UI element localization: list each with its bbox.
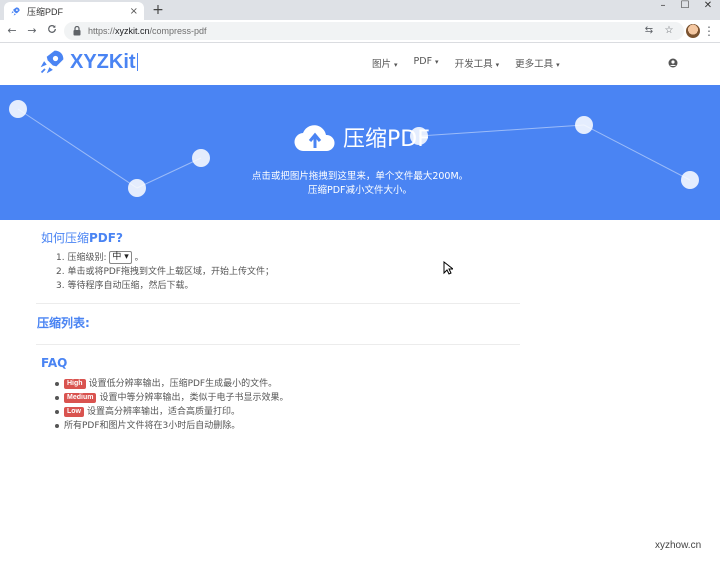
lock-icon (72, 26, 82, 36)
minimize-window-button[interactable]: – (652, 0, 674, 14)
howto-step-1: 1. 压缩级别: 中 ▾ 。 (56, 251, 274, 265)
main-nav: 图片 ▾ PDF ▾ 开发工具 ▾ 更多工具 ▾ (372, 56, 576, 70)
rocket-logo-icon (40, 50, 64, 74)
forward-button[interactable]: → (24, 23, 40, 39)
translate-icon[interactable]: ⇆ (642, 24, 656, 38)
url-text: https://xyzkit.cn/compress-pdf (88, 26, 636, 36)
chevron-down-icon: ▾ (394, 61, 398, 69)
reload-button[interactable] (44, 23, 60, 39)
divider (36, 303, 520, 304)
address-bar[interactable]: https://xyzkit.cn/compress-pdf ⇆ ☆ (64, 22, 684, 40)
site-header: XYZKit 图片 ▾ PDF ▾ 开发工具 ▾ 更多工具 ▾ (0, 44, 720, 85)
faq-item-text: 设置低分辨率输出，压缩PDF生成最小的文件。 (88, 379, 278, 389)
star-icon[interactable]: ☆ (662, 24, 676, 38)
cloud-upload-icon (294, 125, 335, 152)
howto-step-3: 3. 等待程序自动压缩，然后下载。 (56, 281, 194, 291)
tab-close-icon[interactable]: × (130, 6, 138, 17)
watermark: xyzhow.cn (655, 540, 702, 551)
howto-steps: 1. 压缩级别: 中 ▾ 。 2. 单击或将PDF拖拽到文件上载区域，开始上传文… (56, 251, 274, 293)
nav-item-images[interactable]: 图片 ▾ (372, 56, 398, 70)
site-logo[interactable]: XYZKit (38, 48, 138, 76)
step-1-text: 1. 压缩级别: (56, 253, 110, 263)
tab-title: 压缩PDF (27, 6, 64, 17)
logo-caret (136, 53, 138, 71)
howto-title: 如何压缩PDF? (41, 229, 123, 246)
browser-toolbar: ← → https://xyzkit.cn/compress-pdf ⇆ ☆ ⋮ (0, 20, 720, 43)
browser-menu-icon[interactable]: ⋮ (703, 23, 715, 39)
hero-title: 压缩PDF (343, 127, 430, 152)
compress-list-title: 压缩列表: (37, 316, 90, 330)
new-tab-button[interactable]: + (150, 2, 166, 18)
user-icon[interactable] (668, 58, 678, 68)
maximize-window-button[interactable]: ☐ (674, 0, 696, 14)
nav-label: 图片 (372, 59, 392, 70)
faq-item: Medium 设置中等分辨率输出，类似于电子书显示效果。 (54, 391, 289, 405)
faq-item-text: 设置中等分辨率输出，类似于电子书显示效果。 (99, 393, 289, 403)
faq-list: High 设置低分辨率输出，压缩PDF生成最小的文件。 Medium 设置中等分辨率… (54, 377, 289, 433)
nav-label: 开发工具 (454, 59, 493, 70)
nav-item-pdf[interactable]: PDF ▾ (414, 56, 439, 70)
nav-label: PDF (413, 56, 433, 67)
nav-item-more-tools[interactable]: 更多工具 ▾ (515, 56, 560, 70)
chevron-down-icon: ▾ (435, 58, 439, 66)
profile-avatar[interactable] (686, 24, 700, 38)
url-path: /compress-pdf (149, 26, 207, 36)
upload-title: 压缩PDF (293, 121, 430, 153)
dropdown-arrow-icon: ▾ (124, 252, 129, 262)
faq-item-text: 设置高分辨率输出，适合高质量打印。 (87, 407, 241, 417)
back-button[interactable]: ← (4, 23, 20, 39)
browser-tab[interactable]: 压缩PDF × (4, 2, 144, 20)
badge-high: High (64, 378, 86, 389)
howto-title-bold: PDF? (89, 231, 123, 245)
chevron-down-icon: ▾ (495, 61, 500, 69)
close-window-button[interactable]: ✕ (697, 0, 719, 14)
nav-item-dev-tools[interactable]: 开发工具 ▾ (455, 56, 500, 70)
faq-item: High 设置低分辨率输出，压缩PDF生成最小的文件。 (54, 377, 288, 391)
browser-tab-strip: 压缩PDF × + – ☐ ✕ (0, 0, 720, 20)
reload-icon (48, 25, 56, 33)
hero-hint-line-1: 点击或把图片拖拽到这里来，单个文件最大200M。 (251, 171, 469, 182)
upload-dropzone[interactable]: 压缩PDF 点击或把图片拖拽到这里来，单个文件最大200M。 压缩PDF减小文件… (0, 85, 720, 220)
faq-item: 所有PDF和图片文件将在3小时后自动删除。 (54, 419, 288, 433)
divider (36, 344, 520, 345)
chevron-down-icon: ▾ (556, 61, 560, 69)
faq-title: FAQ (41, 356, 68, 370)
hero-hint-line-2: 压缩PDF减小文件大小。 (307, 185, 412, 196)
howto-title-prefix: 如何压缩 (41, 231, 90, 245)
rocket-favicon-icon (10, 6, 21, 17)
url-scheme: https:// (88, 26, 116, 36)
howto-step-2: 2. 单击或将PDF拖拽到文件上载区域，开始上传文件； (56, 267, 274, 277)
url-host: xyzkit.cn (115, 26, 150, 36)
level-selected-value: 中 (112, 252, 122, 262)
step-1-suffix: 。 (131, 253, 144, 263)
nav-label: 更多工具 (515, 59, 554, 70)
compression-level-select[interactable]: 中 ▾ (109, 251, 132, 264)
mouse-cursor-icon (443, 261, 453, 275)
badge-medium: Medium (64, 392, 97, 403)
logo-text: XYZKit (70, 50, 136, 73)
faq-item: Low 设置高分辨率输出，适合高质量打印。 (54, 405, 288, 419)
badge-low: Low (64, 406, 84, 417)
